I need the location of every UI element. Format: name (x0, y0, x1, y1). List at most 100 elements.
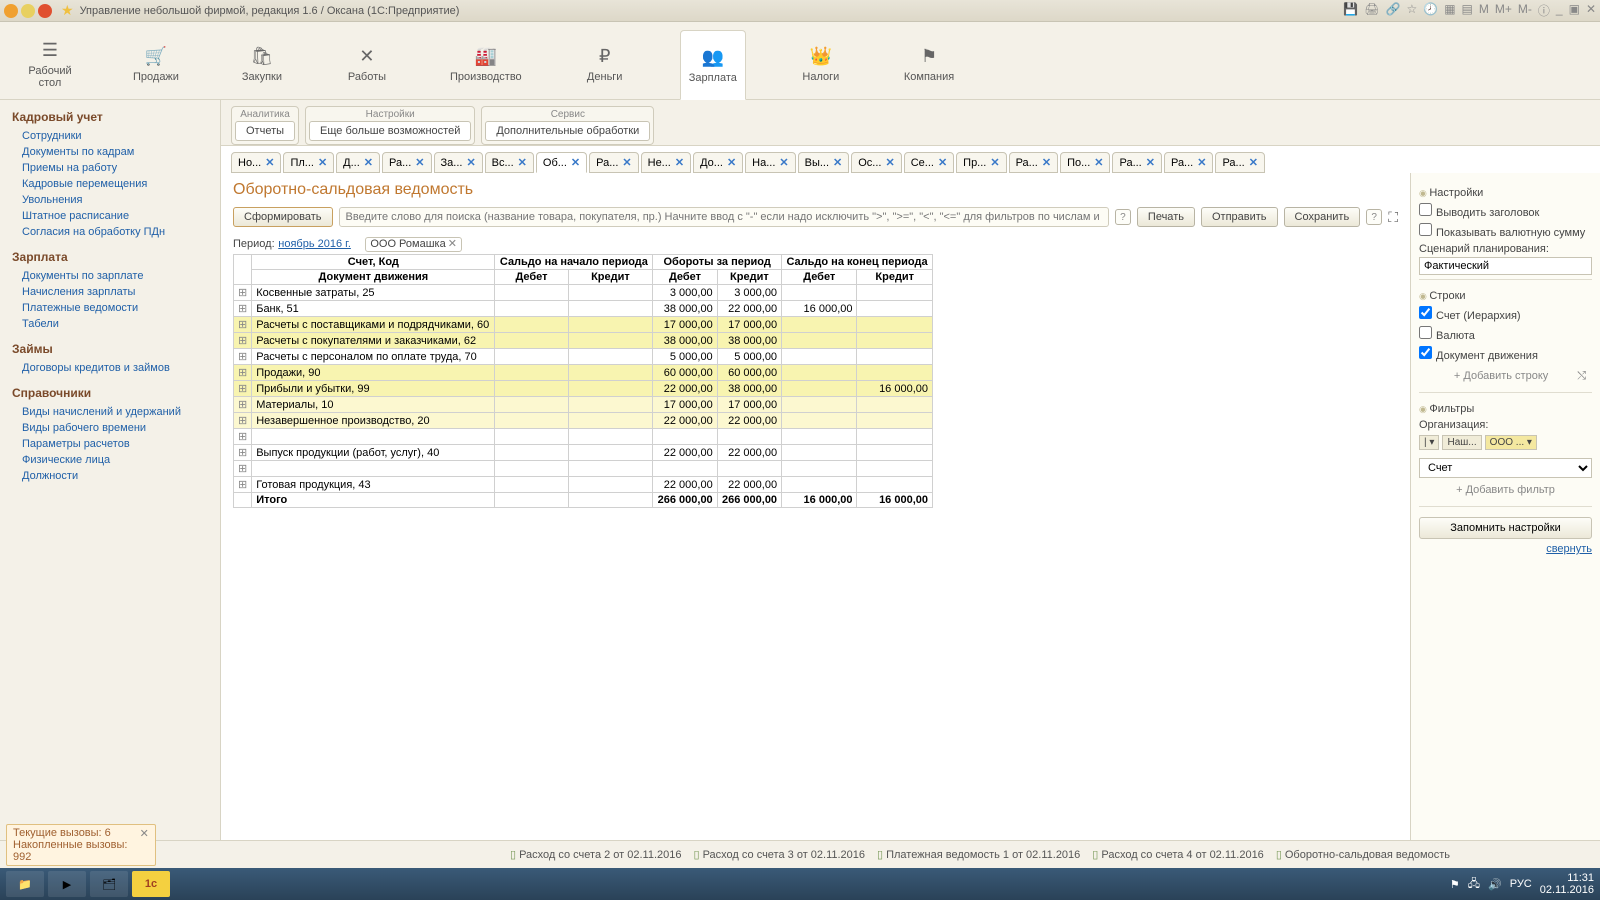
expand-icon[interactable]: ⊞ (234, 285, 252, 301)
calc-icon[interactable]: ▦ (1444, 2, 1455, 19)
window-btn-2[interactable] (21, 4, 35, 18)
sidebar-item[interactable]: Сотрудники (12, 128, 208, 144)
task-1c[interactable]: 1c (132, 871, 170, 897)
tab-close-icon[interactable]: ✕ (364, 156, 373, 169)
doc-tab[interactable]: Ра...✕ (1164, 152, 1213, 173)
sidebar-item[interactable]: Приемы на работу (12, 160, 208, 176)
tab-close-icon[interactable]: ✕ (1249, 156, 1258, 169)
doc-tab[interactable]: Д...✕ (336, 152, 380, 173)
tab-close-icon[interactable]: ✕ (415, 156, 424, 169)
tab-close-icon[interactable]: ✕ (727, 156, 736, 169)
sidebar-item[interactable]: Физические лица (12, 452, 208, 468)
main-tab[interactable]: 👑Налоги (791, 30, 851, 99)
tab-close-icon[interactable]: ✕ (1042, 156, 1051, 169)
link-icon[interactable]: 🔗 (1386, 2, 1401, 19)
tab-close-icon[interactable]: ✕ (622, 156, 631, 169)
statusbar-item[interactable]: ▯Оборотно-сальдовая ведомость (1276, 848, 1450, 861)
calendar-icon[interactable]: ▤ (1462, 2, 1473, 19)
tab-close-icon[interactable]: ✕ (518, 156, 527, 169)
sidebar-item[interactable]: Документы по зарплате (12, 268, 208, 284)
account-check[interactable] (1419, 306, 1432, 319)
doc-tab[interactable]: На...✕ (745, 152, 795, 173)
expand-icon[interactable]: ⊞ (234, 413, 252, 429)
statusbar-item[interactable]: ▯Платежная ведомость 1 от 02.11.2016 (877, 848, 1080, 861)
expand-icon[interactable]: ⊞ (234, 301, 252, 317)
expand-icon[interactable]: ⊞ (234, 429, 252, 445)
minimize-icon[interactable]: _ (1556, 2, 1563, 19)
shuffle-icon[interactable]: ⤭ (1577, 370, 1586, 383)
save-icon[interactable]: 💾 (1343, 2, 1358, 19)
save-button[interactable]: Сохранить (1284, 207, 1361, 227)
tab-close-icon[interactable]: ✕ (938, 156, 947, 169)
tab-close-icon[interactable]: ✕ (265, 156, 274, 169)
close-icon[interactable]: ✕ (1586, 2, 1596, 19)
print-icon[interactable]: 🖨 (1364, 2, 1379, 19)
doc-tab[interactable]: Об...✕ (536, 152, 587, 173)
tab-close-icon[interactable]: ✕ (833, 156, 842, 169)
sidebar-item[interactable]: Должности (12, 468, 208, 484)
add-row-button[interactable]: + Добавить строку⤭ (1419, 364, 1592, 388)
tab-close-icon[interactable]: ✕ (466, 156, 475, 169)
statusbar-item[interactable]: ▯Расход со счета 2 от 02.11.2016 (510, 848, 682, 861)
doc-tab[interactable]: По...✕ (1060, 152, 1110, 173)
tab-close-icon[interactable]: ✕ (1094, 156, 1103, 169)
help-icon[interactable]: ? (1115, 209, 1131, 225)
doc-tab[interactable]: Но...✕ (231, 152, 281, 173)
doc-tab[interactable]: До...✕ (693, 152, 743, 173)
expand-icon[interactable]: ⊞ (234, 477, 252, 493)
sidebar-item[interactable]: Согласия на обработку ПДн (12, 224, 208, 240)
expand-icon[interactable]: ⊞ (234, 381, 252, 397)
doc-tab[interactable]: За...✕ (434, 152, 483, 173)
print-button[interactable]: Печать (1137, 207, 1195, 227)
m-icon[interactable]: M (1479, 2, 1489, 19)
sidebar-item[interactable]: Виды начислений и удержаний (12, 404, 208, 420)
add-filter-button[interactable]: + Добавить фильтр (1419, 478, 1592, 502)
tab-close-icon[interactable]: ✕ (779, 156, 788, 169)
account-select[interactable]: Счет (1419, 458, 1592, 478)
sidebar-item[interactable]: Штатное расписание (12, 208, 208, 224)
main-tab[interactable]: 👥Зарплата (680, 30, 746, 100)
sidebar-item[interactable]: Договоры кредитов и займов (12, 360, 208, 376)
tab-close-icon[interactable]: ✕ (675, 156, 684, 169)
tray-sound-icon[interactable]: 🔊 (1488, 878, 1502, 891)
task-powershell[interactable]: ▶ (48, 871, 86, 897)
doc-tab[interactable]: Ра...✕ (382, 152, 431, 173)
doc-tab[interactable]: Ра...✕ (589, 152, 638, 173)
tab-close-icon[interactable]: ✕ (885, 156, 894, 169)
show-header-check[interactable] (1419, 203, 1432, 216)
task-folder[interactable]: 🗂 (90, 871, 128, 897)
sidebar-item[interactable]: Кадровые перемещения (12, 176, 208, 192)
sidebar-item[interactable]: Платежные ведомости (12, 300, 208, 316)
tray-net-icon[interactable]: 🖧 (1468, 875, 1480, 894)
tab-close-icon[interactable]: ✕ (571, 156, 580, 169)
tray-clock[interactable]: 11:31 02.11.2016 (1540, 872, 1594, 896)
org-chip[interactable]: ООО Ромашка✕ (365, 237, 462, 252)
tab-close-icon[interactable]: ✕ (318, 156, 327, 169)
sidebar-item[interactable]: Табели (12, 316, 208, 332)
expand-icon[interactable]: ⊞ (234, 333, 252, 349)
save-settings-button[interactable]: Запомнить настройки (1419, 517, 1592, 539)
show-currency-check[interactable] (1419, 223, 1432, 236)
doc-tab[interactable]: Се...✕ (904, 152, 954, 173)
calls-close-icon[interactable]: ✕ (140, 827, 149, 840)
task-explorer[interactable]: 📁 (6, 871, 44, 897)
tab-close-icon[interactable]: ✕ (1146, 156, 1155, 169)
filter-chip[interactable]: Наш... (1442, 435, 1481, 450)
more-options-button[interactable]: Еще больше возможностей (309, 121, 471, 141)
sidebar-item[interactable]: Виды рабочего времени (12, 420, 208, 436)
info-icon[interactable]: ⓘ (1538, 2, 1550, 19)
rows-header[interactable]: Строки (1419, 288, 1592, 304)
doc-tab[interactable]: Ра...✕ (1112, 152, 1161, 173)
chip-close-icon[interactable]: ✕ (448, 238, 457, 250)
star-icon[interactable]: ★ (61, 2, 74, 19)
statusbar-item[interactable]: ▯Расход со счета 4 от 02.11.2016 (1092, 848, 1264, 861)
tab-close-icon[interactable]: ✕ (1197, 156, 1206, 169)
period-value[interactable]: ноябрь 2016 г. (278, 238, 351, 250)
expand-icon[interactable]: ⊞ (234, 365, 252, 381)
docmove-check[interactable] (1419, 346, 1432, 359)
main-tab[interactable]: 🛍Закупки (232, 30, 292, 99)
addons-button[interactable]: Дополнительные обработки (485, 121, 650, 141)
main-tab[interactable]: ☰Рабочийстол (20, 30, 80, 99)
collapse-link[interactable]: свернуть (1419, 543, 1592, 555)
reports-button[interactable]: Отчеты (235, 121, 295, 141)
